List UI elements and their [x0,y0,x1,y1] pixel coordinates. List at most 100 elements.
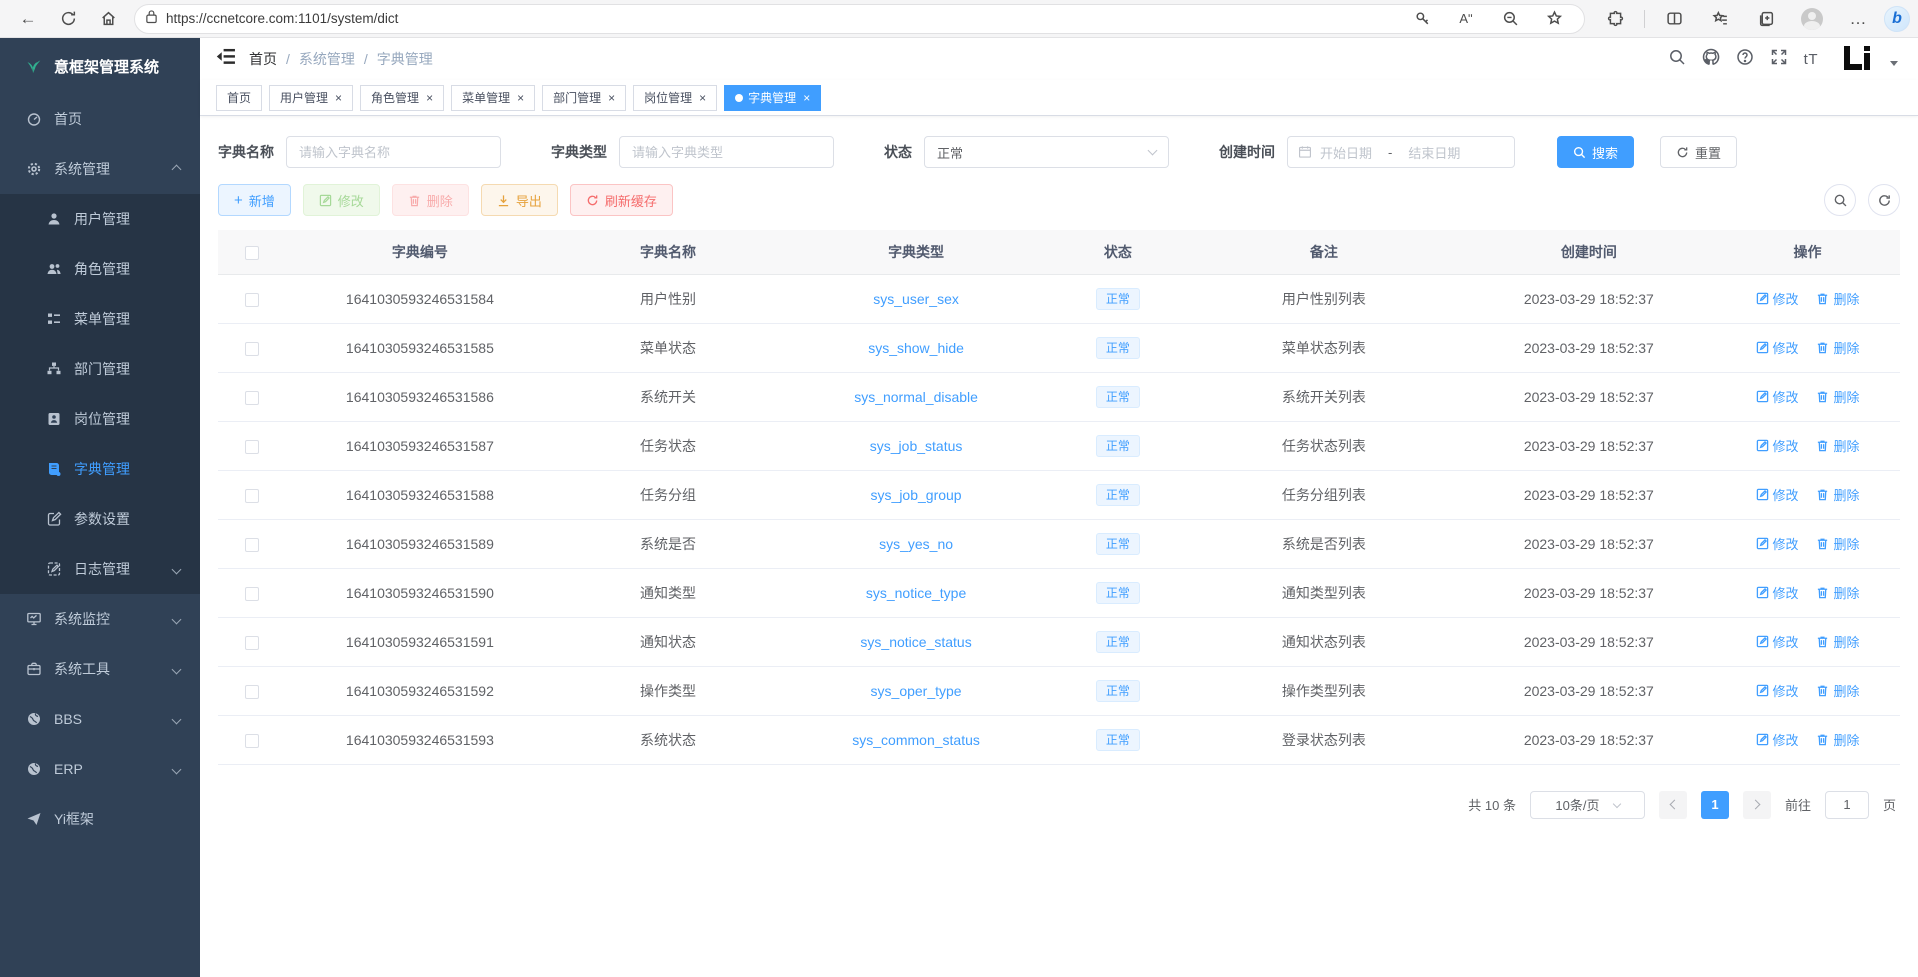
dict-type-link[interactable]: sys_notice_status [860,634,971,650]
add-button[interactable]: + 新增 [218,184,291,216]
refresh-cache-button[interactable]: 刷新缓存 [570,184,673,216]
delete-row-link[interactable]: 删除 [1816,387,1859,406]
collections-icon[interactable] [1746,4,1786,34]
edit-row-link[interactable]: 修改 [1756,338,1799,357]
delete-row-link[interactable]: 删除 [1816,583,1859,602]
sidebar-item-erp[interactable]: ERP [0,744,200,794]
row-checkbox[interactable] [245,440,259,454]
close-tab-icon[interactable]: × [699,91,706,105]
zoom-out-icon[interactable] [1490,4,1530,34]
row-checkbox[interactable] [245,342,259,356]
reset-button[interactable]: 重置 [1660,136,1737,168]
edit-row-link[interactable]: 修改 [1756,485,1799,504]
delete-row-link[interactable]: 删除 [1816,485,1859,504]
dict-type-link[interactable]: sys_job_status [870,438,963,454]
sidebar-item-system[interactable]: 系统管理 [0,144,200,194]
favorites-bar-icon[interactable] [1700,4,1740,34]
row-checkbox[interactable] [245,489,259,503]
row-checkbox[interactable] [245,391,259,405]
tab-dept[interactable]: 部门管理× [542,85,626,111]
tab-menu[interactable]: 菜单管理× [451,85,535,111]
dict-type-link[interactable]: sys_show_hide [868,340,964,356]
tab-post[interactable]: 岗位管理× [633,85,717,111]
dict-type-input[interactable] [619,136,834,168]
sidebar-item-param[interactable]: 参数设置 [0,494,200,544]
toggle-search-button[interactable] [1824,184,1856,216]
tab-home[interactable]: 首页 [216,85,262,111]
row-checkbox[interactable] [245,538,259,552]
url-text[interactable]: https://ccnetcore.com:1101/system/dict [166,11,1402,26]
delete-row-link[interactable]: 删除 [1816,289,1859,308]
sidebar-item-role[interactable]: 角色管理 [0,244,200,294]
dict-type-link[interactable]: sys_job_group [871,487,962,503]
dict-name-input[interactable] [286,136,501,168]
sidebar-item-tools[interactable]: 系统工具 [0,644,200,694]
close-tab-icon[interactable]: × [608,91,615,105]
font-size-icon[interactable]: tT [1804,51,1818,68]
row-checkbox[interactable] [245,734,259,748]
sidebar-item-user[interactable]: 用户管理 [0,194,200,244]
address-bar[interactable]: https://ccnetcore.com:1101/system/dict A… [134,4,1585,34]
dict-type-link[interactable]: sys_user_sex [873,291,959,307]
row-checkbox[interactable] [245,685,259,699]
close-tab-icon[interactable]: × [426,91,433,105]
extensions-icon[interactable] [1595,4,1635,34]
breadcrumb-system[interactable]: 系统管理 [299,49,355,69]
goto-page-input[interactable] [1825,791,1869,819]
export-button[interactable]: 导出 [481,184,558,216]
edit-row-link[interactable]: 修改 [1756,681,1799,700]
sidebar-item-menu[interactable]: 菜单管理 [0,294,200,344]
user-logo-avatar[interactable] [1842,46,1872,72]
edit-row-link[interactable]: 修改 [1756,289,1799,308]
browser-back-icon[interactable]: ← [8,4,48,34]
sidebar-item-monitor[interactable]: 系统监控 [0,594,200,644]
sidebar-item-dict[interactable]: 字典管理 [0,444,200,494]
tab-role[interactable]: 角色管理× [360,85,444,111]
close-tab-icon[interactable]: × [803,91,810,105]
status-select[interactable]: 正常 [924,136,1169,168]
next-page-button[interactable] [1743,791,1771,819]
delete-row-link[interactable]: 删除 [1816,730,1859,749]
date-range-picker[interactable]: 开始日期 - 结束日期 [1287,136,1515,168]
tab-dict-active[interactable]: 字典管理× [724,85,821,111]
sidebar-item-post[interactable]: 岗位管理 [0,394,200,444]
prev-page-button[interactable] [1659,791,1687,819]
sidebar-item-dept[interactable]: 部门管理 [0,344,200,394]
current-page[interactable]: 1 [1701,791,1729,819]
row-checkbox[interactable] [245,587,259,601]
delete-row-link[interactable]: 删除 [1816,534,1859,553]
page-size-select[interactable]: 10条/页 [1530,791,1645,819]
edit-row-link[interactable]: 修改 [1756,436,1799,455]
delete-row-link[interactable]: 删除 [1816,681,1859,700]
sidebar-item-log[interactable]: 日志管理 [0,544,200,594]
dict-type-link[interactable]: sys_common_status [852,732,980,748]
search-button[interactable]: 搜索 [1557,136,1634,168]
edit-row-link[interactable]: 修改 [1756,387,1799,406]
password-key-icon[interactable] [1402,4,1442,34]
fullscreen-icon[interactable] [1770,48,1788,71]
profile-avatar[interactable] [1792,4,1832,34]
dict-type-link[interactable]: sys_yes_no [879,536,953,552]
delete-button[interactable]: 删除 [392,184,469,216]
edit-row-link[interactable]: 修改 [1756,583,1799,602]
sidebar-collapse-icon[interactable] [216,48,235,70]
dict-type-link[interactable]: sys_notice_type [866,585,966,601]
more-menu-icon[interactable]: … [1838,4,1878,34]
dict-type-link[interactable]: sys_oper_type [871,683,962,699]
delete-row-link[interactable]: 删除 [1816,632,1859,651]
split-screen-icon[interactable] [1654,4,1694,34]
tab-user[interactable]: 用户管理× [269,85,353,111]
edit-button[interactable]: 修改 [303,184,380,216]
sidebar-item-bbs[interactable]: BBS [0,694,200,744]
caret-down-icon[interactable] [1890,61,1898,66]
sidebar-item-home[interactable]: 首页 [0,94,200,144]
dict-type-link[interactable]: sys_normal_disable [854,389,978,405]
github-icon[interactable] [1702,48,1720,71]
row-checkbox[interactable] [245,636,259,650]
sidebar-item-yi[interactable]: Yi框架 [0,794,200,844]
browser-reload-icon[interactable] [48,4,88,34]
close-tab-icon[interactable]: × [517,91,524,105]
bing-copilot-icon[interactable]: b [1884,6,1910,32]
read-aloud-icon[interactable]: Aʺ [1446,4,1486,34]
close-tab-icon[interactable]: × [335,91,342,105]
